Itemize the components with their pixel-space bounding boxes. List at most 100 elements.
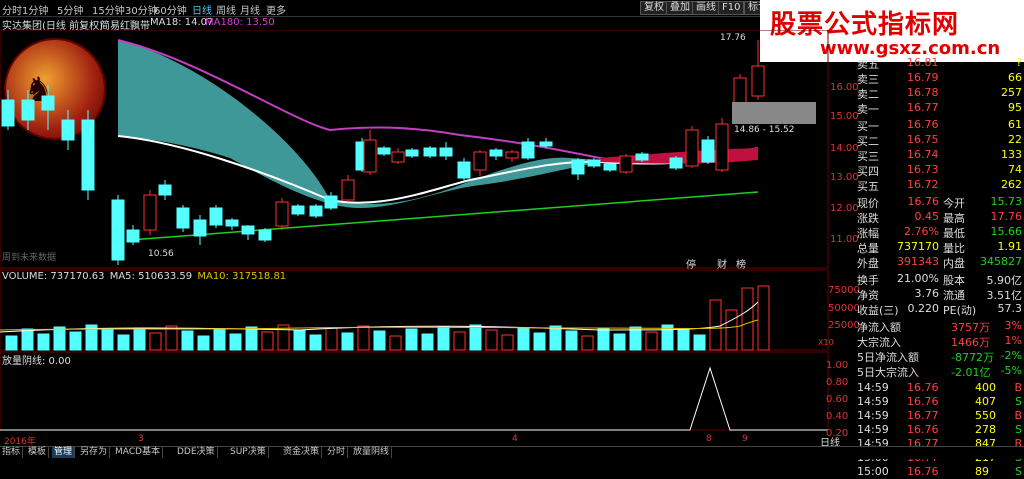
tick-price: 16.77	[907, 409, 939, 422]
kline-chart[interactable]	[0, 30, 830, 450]
volume-bar	[709, 299, 722, 351]
volume-bar	[197, 335, 210, 351]
tick-time: 14:59	[857, 395, 889, 408]
indicator-tick-label: 0.80	[826, 377, 849, 388]
period-tab-4[interactable]: 30分钟	[125, 2, 158, 17]
indicator-tick-label: 1.00	[826, 360, 849, 371]
tick-volume: 400	[975, 381, 996, 394]
ma180-line	[129, 191, 759, 241]
toolbar-button-2[interactable]: 画线	[692, 1, 720, 15]
stat-value: 16.76	[907, 195, 940, 208]
bottom-tab-1[interactable]: 模板	[26, 447, 50, 458]
candle-body	[439, 147, 453, 157]
order-label: 卖五	[857, 58, 879, 71]
flow-pct: 3%	[1004, 319, 1022, 332]
event-marker[interactable]: 榜	[736, 256, 746, 271]
candle-body	[587, 159, 601, 167]
stat-value: 391343	[897, 255, 939, 268]
stat-label: 现价	[857, 197, 879, 210]
bottom-tab-bar: 指标 模板 管理 另存为 MACD基本 DDE决策 SUP决策 资金决策 分时 放量阴线	[0, 446, 1024, 459]
bottom-tab-2[interactable]: 管理	[52, 447, 76, 458]
indicator-title: 放量阴线: 0.00	[2, 356, 71, 367]
bottom-tab-0[interactable]: 指标	[0, 447, 24, 458]
period-tab-7[interactable]: 周线	[216, 2, 236, 17]
candle-body	[669, 157, 683, 169]
volume-bar	[373, 330, 386, 351]
date-label: 4	[512, 434, 518, 444]
order-label: 买一	[857, 120, 879, 133]
order-volume: 61	[1008, 118, 1022, 131]
order-volume: 262	[1001, 178, 1022, 191]
order-volume: 133	[1001, 148, 1022, 161]
event-marker[interactable]: 财	[717, 256, 727, 271]
volume-bar	[325, 327, 338, 351]
bottom-tab-5[interactable]: DDE决策	[175, 447, 218, 458]
stat-label: 净资	[857, 289, 879, 302]
order-price: 16.74	[907, 148, 939, 161]
period-tab-3[interactable]: 15分钟	[92, 2, 125, 17]
quote-row: 14:59 16.76 400 B	[855, 381, 1024, 395]
quote-row: 14:59 16.76 278 S	[855, 423, 1024, 437]
volume-title: VOLUME: 737170.63 MA5: 510633.59 MA10: 3…	[2, 271, 287, 282]
indicator-tick-label: 0.40	[826, 411, 849, 422]
toolbar-button-3[interactable]: F10	[718, 1, 745, 15]
toolbar-button-1[interactable]: 叠加	[666, 1, 694, 15]
candle-body	[685, 129, 699, 167]
period-tab-6[interactable]: 日线	[192, 2, 212, 17]
volume-bar	[453, 331, 466, 351]
order-price: 16.73	[907, 163, 939, 176]
volume-bar	[261, 331, 274, 351]
bottom-tab-4[interactable]: MACD基本	[113, 447, 163, 458]
candle-body	[158, 184, 172, 196]
quote-row: 外盘 391343 内盘 345827	[855, 255, 1024, 270]
tick-volume: 407	[975, 395, 996, 408]
bottom-tab-7[interactable]: 资金决策	[281, 447, 323, 458]
quote-row: 买五 16.72 262	[855, 178, 1024, 193]
quote-row: 涨幅 2.76% 最低 15.66	[855, 225, 1024, 240]
order-label: 买五	[857, 180, 879, 193]
candle-body	[521, 141, 535, 159]
quote-row: 买四 16.73 74	[855, 163, 1024, 178]
candle-body	[341, 179, 355, 201]
future-data-label: 周到未来数据	[2, 253, 57, 263]
stat-value: 2.76%	[904, 225, 939, 238]
order-label: 买四	[857, 165, 879, 178]
stat-value: 0.220	[907, 302, 940, 315]
period-tab-5[interactable]: 60分钟	[154, 2, 187, 17]
candle-body	[603, 163, 617, 171]
volume-bar	[357, 325, 370, 351]
candle-body	[143, 194, 157, 231]
bottom-tab-8[interactable]: 分时	[325, 447, 349, 458]
candle-body	[193, 219, 207, 237]
toolbar-button-0[interactable]: 复权	[640, 1, 668, 15]
candle-body	[405, 149, 419, 157]
candle-body	[61, 119, 75, 141]
stat-value: 15.73	[990, 195, 1023, 208]
order-volume: 257	[1001, 86, 1022, 99]
quote-row: 收益(三) 0.220 PE(动) 57.3	[855, 302, 1024, 317]
order-label: 卖二	[857, 88, 879, 101]
stat-value: 3.76	[914, 287, 940, 300]
candle-body	[275, 201, 289, 227]
stat-value: 345827	[980, 255, 1022, 268]
bottom-tab-3[interactable]: 另存为	[78, 447, 111, 458]
range-label: 14.86 - 15.52	[734, 125, 795, 135]
candle-body	[21, 99, 35, 121]
indicator-line	[0, 366, 828, 431]
bottom-tab-9[interactable]: 放量阴线	[351, 447, 393, 458]
period-tab-0[interactable]: 分时	[2, 2, 22, 17]
candle-body	[309, 205, 323, 217]
period-tab-2[interactable]: 5分钟	[57, 2, 83, 17]
candle-body	[111, 199, 125, 261]
tick-side: S	[1015, 395, 1022, 408]
bottom-tab-6[interactable]: SUP决策	[228, 447, 269, 458]
candle-body	[176, 207, 190, 229]
period-tab-1[interactable]: 1分钟	[22, 2, 48, 17]
stat-label: 换手	[857, 274, 879, 287]
period-tab-9[interactable]: 更多	[266, 2, 286, 17]
volume-bar	[101, 329, 114, 351]
volume-bar	[229, 333, 242, 351]
volume-bar	[725, 309, 738, 351]
period-tab-8[interactable]: 月线	[240, 2, 260, 17]
event-marker[interactable]: 停	[686, 256, 696, 271]
